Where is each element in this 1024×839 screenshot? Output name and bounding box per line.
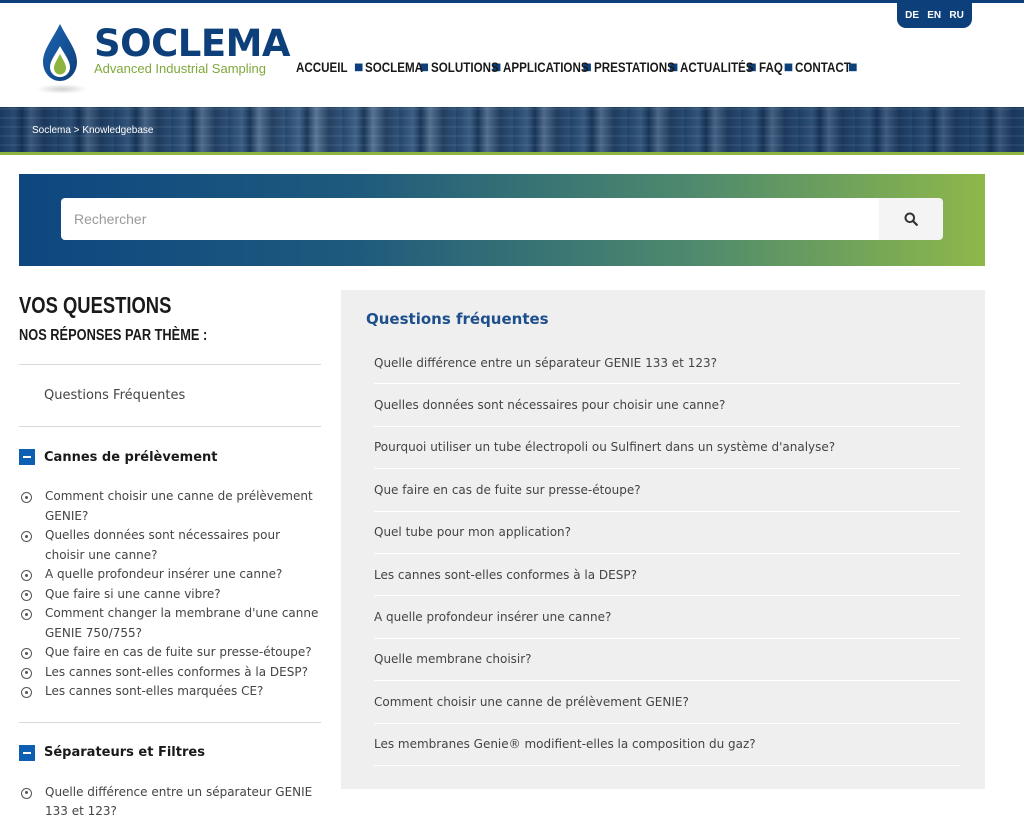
question-text: Quelle différence entre un séparateur GE… — [45, 784, 313, 819]
sidebar-question-link[interactable]: Comment choisir une canne de prélèvement… — [19, 487, 321, 526]
divider — [19, 364, 321, 365]
faq-item-link[interactable]: Que faire en cas de fuite sur presse-éto… — [374, 469, 960, 512]
question-text: A quelle profondeur insérer une canne? — [45, 567, 283, 581]
search-band — [19, 174, 985, 266]
breadcrumb-home-link[interactable]: Soclema — [32, 125, 71, 136]
faq-panel-title: Questions fréquentes — [366, 310, 549, 328]
circle-bullet-icon — [21, 609, 32, 620]
page: DE EN RU SOCLEMA Advanced Industrial Sam… — [0, 0, 1024, 839]
sidebar-question-link[interactable]: Les cannes sont-elles conformes à la DES… — [19, 663, 321, 683]
search-button[interactable] — [879, 198, 943, 240]
sidebar-question-link[interactable]: A quelle profondeur insérer une canne? — [19, 565, 321, 585]
nav-solutions[interactable]: SOLUTIONS — [431, 60, 499, 75]
nav-applications[interactable]: APPLICATIONS — [503, 60, 589, 75]
nav-actualites[interactable]: ACTUALITÉS — [680, 60, 754, 75]
section-title: Séparateurs et Filtres — [44, 745, 205, 760]
faq-list: Quelle différence entre un séparateur GE… — [374, 342, 960, 766]
lang-en-link[interactable]: EN — [927, 10, 941, 21]
search-input[interactable] — [61, 198, 879, 240]
lang-ru-link[interactable]: RU — [949, 10, 963, 21]
sidebar-question-link[interactable]: Les cannes sont-elles marquées CE? — [19, 682, 321, 702]
nav-separator: ■ — [354, 62, 364, 73]
collapse-minus-icon — [19, 449, 35, 465]
question-text: Quelles données sont nécessaires pour ch… — [45, 528, 281, 562]
site-logo[interactable]: SOCLEMA Advanced Industrial Sampling — [34, 20, 291, 100]
collapse-minus-icon — [19, 744, 35, 761]
nav-faq[interactable]: FAQ — [759, 60, 783, 75]
logo-shadow — [36, 84, 88, 94]
sidebar-question-link[interactable]: Que faire si une canne vibre? — [19, 585, 321, 605]
circle-bullet-icon — [21, 648, 32, 659]
logo-tagline: Advanced Industrial Sampling — [94, 61, 266, 76]
top-accent-line — [0, 0, 1024, 3]
question-text: Que faire en cas de fuite sur presse-éto… — [45, 645, 312, 659]
nav-contact[interactable]: CONTACT — [795, 60, 851, 75]
section-item-list: Quelle différence entre un séparateur GE… — [19, 783, 321, 822]
circle-bullet-icon — [21, 492, 32, 503]
nav-prestations[interactable]: PRESTATIONS — [594, 60, 675, 75]
question-text: Comment choisir une canne de prélèvement… — [45, 489, 313, 523]
lang-de-link[interactable]: DE — [905, 10, 919, 21]
circle-bullet-icon — [21, 570, 32, 581]
faq-item-link[interactable]: Quelles données sont nécessaires pour ch… — [374, 384, 960, 427]
water-drop-icon — [43, 24, 77, 81]
circle-bullet-icon — [21, 667, 32, 679]
circle-bullet-icon — [21, 687, 32, 698]
nav-separator: ■ — [783, 62, 794, 73]
nav-soclema[interactable]: SOCLEMA — [365, 60, 423, 75]
section-toggle-separateurs[interactable]: Séparateurs et Filtres — [19, 744, 321, 761]
banner-green-line — [0, 152, 1024, 155]
faq-item-link[interactable]: Les membranes Genie® modifient-elles la … — [374, 724, 960, 766]
search-icon — [904, 212, 918, 226]
sidebar-title: VOS QUESTIONS — [19, 292, 172, 318]
breadcrumb-separator: > — [70, 125, 83, 136]
question-text: Les cannes sont-elles marquées CE? — [45, 684, 264, 698]
question-text: Les cannes sont-elles conformes à la DES… — [45, 664, 308, 679]
sidebar-question-link[interactable]: Quelles données sont nécessaires pour ch… — [19, 526, 321, 565]
breadcrumb: Soclema > Knowledgebase — [32, 125, 153, 136]
divider — [19, 426, 321, 427]
faq-item-link[interactable]: Quelle membrane choisir? — [374, 639, 960, 682]
faq-item-link[interactable]: Pourquoi utiliser un tube électropoli ou… — [374, 427, 960, 470]
faq-item-link[interactable]: Comment choisir une canne de prélèvement… — [374, 681, 960, 724]
faq-item-link[interactable]: Quel tube pour mon application? — [374, 512, 960, 554]
logo-name: SOCLEMA — [94, 22, 291, 65]
section-title: Cannes de prélèvement — [44, 449, 218, 465]
faq-item-link[interactable]: Les cannes sont-elles conformes à la DES… — [374, 554, 960, 597]
faq-item-link[interactable]: A quelle profondeur insérer une canne? — [374, 596, 960, 639]
question-text: Que faire si une canne vibre? — [45, 586, 221, 601]
faq-panel: Questions fréquentes Quelle différence e… — [341, 290, 985, 789]
language-switcher: DE EN RU — [897, 3, 972, 28]
sidebar-subtitle: NOS RÉPONSES PAR THÈME : — [19, 327, 208, 344]
circle-bullet-icon — [21, 531, 32, 542]
question-text: Comment changer la membrane d'une canne … — [45, 606, 319, 640]
sidebar-faq-link[interactable]: Questions Fréquentes — [19, 387, 321, 405]
section-toggle-cannes[interactable]: Cannes de prélèvement — [19, 449, 321, 465]
divider — [19, 721, 321, 723]
section-item-list: Comment choisir une canne de prélèvement… — [19, 487, 321, 702]
sidebar: VOS QUESTIONS NOS RÉPONSES PAR THÈME : Q… — [19, 290, 321, 822]
banner-texture — [0, 107, 1024, 155]
sidebar-question-link[interactable]: Comment changer la membrane d'une canne … — [19, 604, 321, 643]
main-nav: ACCUEIL ■ SOCLEMA ■ SOLUTIONS ■ APPLICAT… — [296, 60, 860, 75]
circle-bullet-icon — [21, 589, 32, 601]
breadcrumb-current: Knowledgebase — [82, 125, 154, 136]
nav-accueil[interactable]: ACCUEIL — [296, 60, 348, 75]
sidebar-question-link[interactable]: Que faire en cas de fuite sur presse-éto… — [19, 643, 321, 663]
circle-bullet-icon — [21, 787, 32, 799]
sidebar-question-link[interactable]: Quelle différence entre un séparateur GE… — [19, 783, 321, 822]
header-banner: Soclema > Knowledgebase — [0, 107, 1024, 155]
faq-item-link[interactable]: Quelle différence entre un séparateur GE… — [374, 342, 960, 385]
